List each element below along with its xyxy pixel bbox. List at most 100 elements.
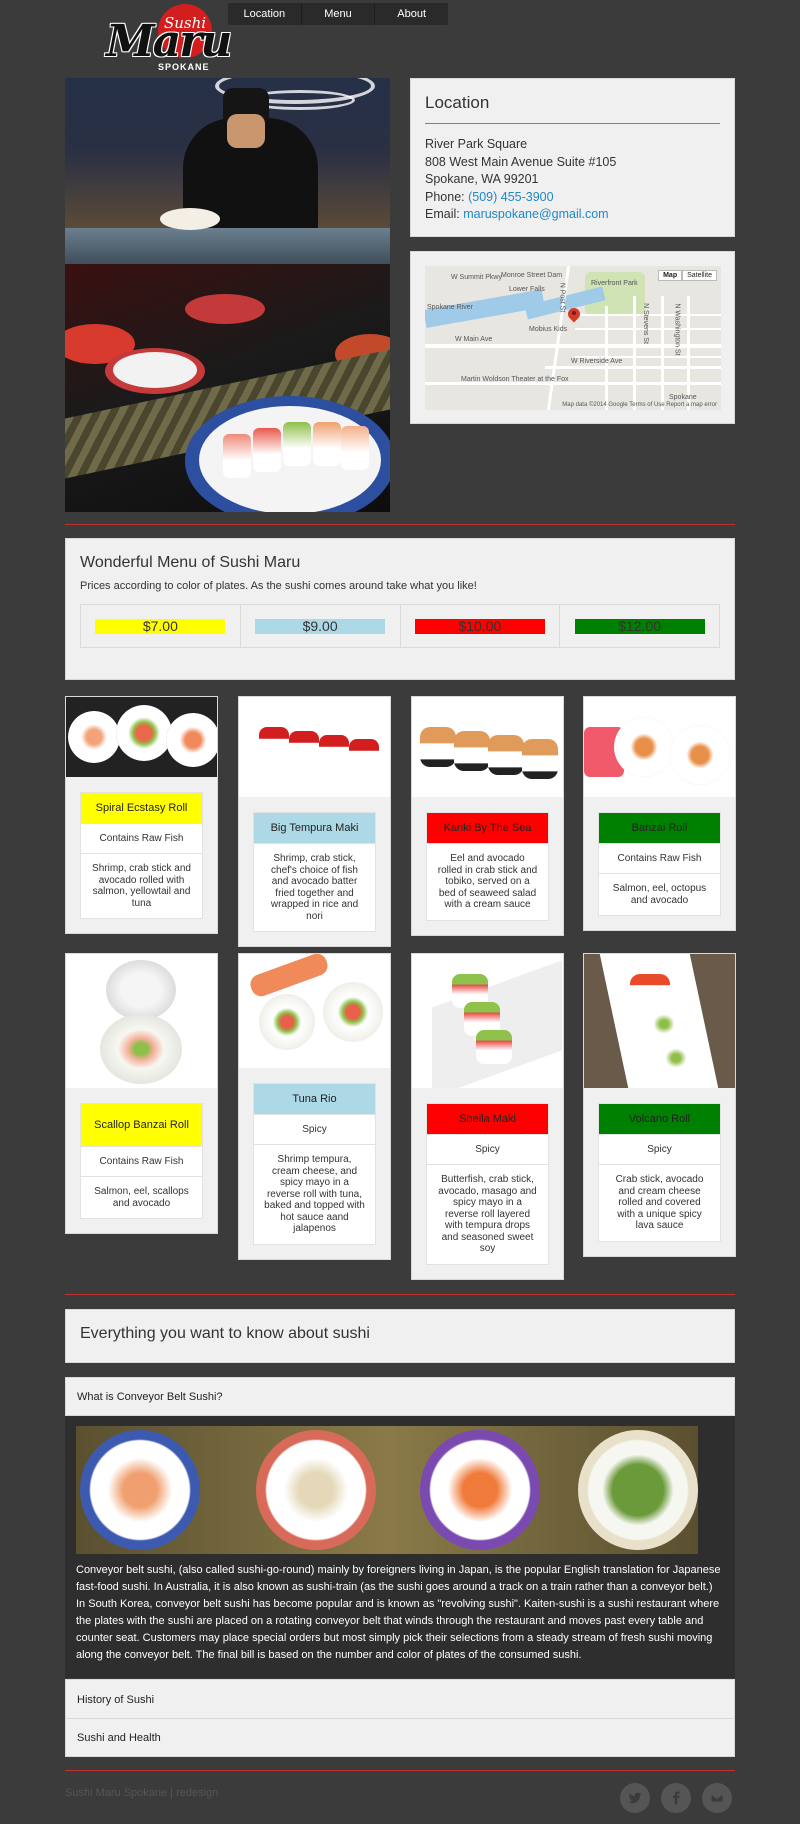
item-desc: Crab stick, avocado and cream cheese rol…	[599, 1164, 720, 1241]
nav-menu[interactable]: Menu	[302, 3, 376, 25]
menu-item-card[interactable]: Spiral Ecstasy Roll Contains Raw Fish Sh…	[65, 696, 218, 934]
item-name: Volcano Roll	[599, 1104, 720, 1134]
price-swatch: $10.00	[414, 618, 545, 634]
item-name: Sheila Maki	[427, 1104, 548, 1134]
map-label: Lower Falls	[509, 286, 545, 293]
item-tag: Contains Raw Fish	[81, 823, 202, 853]
twitter-icon[interactable]	[620, 1783, 650, 1813]
sushi-photo	[412, 697, 563, 797]
map-button[interactable]: Map	[658, 270, 683, 281]
logo[interactable]: Sushi Maru SPOKANE	[102, 2, 232, 72]
price-legend: $7.00 $9.00 $10.00 $12.00	[80, 604, 720, 648]
faq-title: Everything you want to know about sushi	[80, 1325, 370, 1342]
nav-location[interactable]: Location	[228, 3, 302, 25]
item-tag: Spicy	[599, 1134, 720, 1164]
faq-header-card: Everything you want to know about sushi	[65, 1309, 735, 1363]
sushi-photo	[239, 697, 390, 797]
item-desc: Eel and avocado rolled in crab stick and…	[427, 843, 548, 920]
map-label: Mobius Kids	[529, 326, 568, 333]
map-label: Spokane River	[427, 304, 473, 311]
menu-item-card[interactable]: Kanki By The Sea Eel and avocado rolled …	[411, 696, 564, 936]
divider	[65, 1294, 735, 1295]
address-line2: 808 West Main Avenue Suite #105	[425, 154, 617, 169]
email-row: Email: maruspokane@gmail.com	[425, 207, 609, 221]
map-label: N Washington St	[673, 303, 681, 356]
map-card: W Summit Pkwy Monroe Street Dam Lower Fa…	[410, 251, 735, 424]
conveyor-photo	[76, 1426, 698, 1554]
item-tag: Spicy	[254, 1114, 375, 1144]
facebook-icon[interactable]	[661, 1783, 691, 1813]
sushi-photo	[584, 697, 735, 797]
phone-row: Phone: (509) 455-3900	[425, 189, 554, 204]
sushi-belt-photo	[65, 264, 390, 512]
sushi-photo	[412, 954, 563, 1088]
phone-link[interactable]: (509) 455-3900	[468, 190, 553, 204]
divider	[65, 524, 735, 525]
sushi-photo	[239, 954, 390, 1068]
price-swatch: $9.00	[255, 618, 386, 634]
menu-item-card[interactable]: Big Tempura Maki Shrimp, crab stick, che…	[238, 696, 391, 947]
item-desc: Salmon, eel, octopus and avocado	[599, 873, 720, 915]
sushi-photo	[584, 954, 735, 1088]
location-title: Location	[425, 93, 720, 124]
map-label: Spokane	[669, 394, 697, 401]
accordion-history[interactable]: History of Sushi	[65, 1679, 735, 1719]
nav-about[interactable]: About	[375, 3, 448, 25]
price-swatch: $7.00	[95, 618, 226, 634]
main-nav: Location Menu About	[228, 3, 448, 25]
item-tag: Contains Raw Fish	[599, 843, 720, 873]
site-header: Sushi Maru SPOKANE Location Menu About	[0, 0, 800, 72]
map-type-toggle: Map Satellite	[658, 270, 717, 281]
menu-item-card[interactable]: Tuna Rio Spicy Shrimp tempura, cream che…	[238, 953, 391, 1260]
item-name: Tuna Rio	[254, 1084, 375, 1114]
menu-item-card[interactable]: Volcano Roll Spicy Crab stick, avocado a…	[583, 953, 736, 1257]
item-desc: Shrimp, crab stick, chef's choice of fis…	[254, 843, 375, 931]
chef-photo	[65, 78, 390, 264]
accordion-label: History of Sushi	[77, 1693, 155, 1706]
menu-subtitle: Prices according to color of plates. As …	[80, 580, 477, 592]
map-label: W Main Ave	[455, 336, 493, 343]
item-name: Scallop Banzai Roll	[81, 1104, 202, 1146]
menu-item-card[interactable]: Banzai Roll Contains Raw Fish Salmon, ee…	[583, 696, 736, 931]
menu-title: Wonderful Menu of Sushi Maru	[80, 554, 301, 571]
item-name: Spiral Ecstasy Roll	[81, 793, 202, 823]
email-link[interactable]: maruspokane@gmail.com	[463, 207, 608, 221]
map-label: Martin Woldson Theater at the Fox	[461, 376, 569, 383]
item-desc: Shrimp tempura, cream cheese, and spicy …	[254, 1144, 375, 1244]
address-line3: Spokane, WA 99201	[425, 172, 539, 186]
accordion-label: Sushi and Health	[77, 1731, 161, 1744]
item-desc: Butterfish, crab stick, avocado, masago …	[427, 1164, 548, 1264]
item-tag: Contains Raw Fish	[81, 1146, 202, 1176]
menu-item-card[interactable]: Scallop Banzai Roll Contains Raw Fish Sa…	[65, 953, 218, 1234]
map-footer: Map data ©2014 Google Terms of Use Repor…	[562, 402, 717, 408]
accordion-panel: Conveyor belt sushi, (also called sushi-…	[65, 1416, 735, 1678]
google-map[interactable]: W Summit Pkwy Monroe Street Dam Lower Fa…	[425, 266, 721, 410]
item-name: Big Tempura Maki	[254, 813, 375, 843]
map-label: N Stevens St	[641, 303, 649, 344]
logo-spokane-text: SPOKANE	[158, 62, 210, 72]
accordion-answer: Conveyor belt sushi, (also called sushi-…	[76, 1564, 721, 1661]
footer-text: Sushi Maru Spokane | redesign	[65, 1787, 219, 1799]
accordion-health[interactable]: Sushi and Health	[65, 1718, 735, 1757]
map-label: N Post St	[558, 282, 566, 313]
item-tag: Spicy	[427, 1134, 548, 1164]
map-label: W Summit Pkwy	[451, 274, 502, 281]
accordion-label: What is Conveyor Belt Sushi?	[77, 1390, 223, 1403]
map-label: Monroe Street Dam	[501, 272, 563, 279]
satellite-button[interactable]: Satellite	[682, 270, 717, 281]
map-label: Riverfront Park	[591, 280, 638, 287]
item-name: Kanki By The Sea	[427, 813, 548, 843]
sushi-photo	[66, 954, 217, 1088]
logo-maru-text: Maru	[106, 16, 232, 67]
mail-icon[interactable]	[702, 1783, 732, 1813]
divider	[65, 1770, 735, 1771]
map-label: W Riverside Ave	[571, 358, 623, 365]
item-desc: Salmon, eel, scallops and avocado	[81, 1176, 202, 1218]
location-card: Location River Park Square 808 West Main…	[410, 78, 735, 237]
sushi-photo	[66, 697, 217, 777]
menu-item-card[interactable]: Sheila Maki Spicy Butterfish, crab stick…	[411, 953, 564, 1280]
price-swatch: $12.00	[574, 618, 705, 634]
accordion-conveyor-belt[interactable]: What is Conveyor Belt Sushi?	[65, 1377, 735, 1416]
address-line1: River Park Square	[425, 137, 528, 151]
menu-header-card: Wonderful Menu of Sushi Maru Prices acco…	[65, 538, 735, 680]
